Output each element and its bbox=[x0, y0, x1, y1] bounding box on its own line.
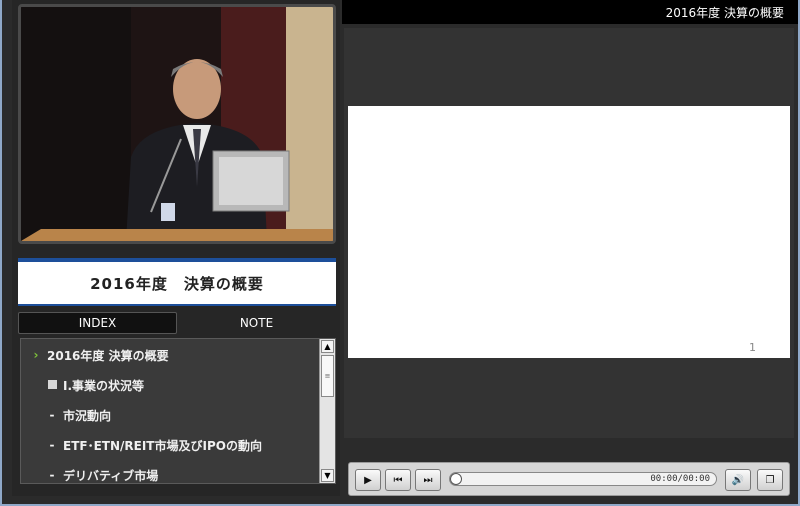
header-bar: 2016年度 決算の概要 bbox=[342, 0, 798, 24]
skip-forward-icon: ⏭ bbox=[423, 474, 433, 486]
speaker-icon: 🔊 bbox=[731, 474, 745, 486]
window-toggle-button[interactable]: ❐ bbox=[757, 469, 783, 491]
index-list: › 2016年度 決算の概要 Ⅰ.事業の状況等 - 市況動向 - ETF･ETN… bbox=[20, 338, 336, 484]
next-button[interactable]: ⏭ bbox=[415, 469, 441, 491]
app-window: 2016年度 決算の概要 INDEX NOTE › 2016年度 決算の概要 Ⅰ… bbox=[0, 0, 800, 506]
panel-tabs: INDEX NOTE bbox=[18, 312, 336, 334]
list-item-label: ETF･ETN/REIT市場及びIPOの動向 bbox=[63, 438, 262, 453]
previous-button[interactable]: ⏮ bbox=[385, 469, 411, 491]
slide-title-banner: 2016年度 決算の概要 bbox=[18, 258, 336, 306]
square-bullet-icon bbox=[45, 378, 59, 392]
left-panel: 2016年度 決算の概要 INDEX NOTE › 2016年度 決算の概要 Ⅰ… bbox=[12, 0, 340, 496]
speaker-video-frame bbox=[21, 7, 333, 241]
player-controls: ▶ ⏮ ⏭ 00:00/00:00 🔊 ❐ bbox=[348, 462, 790, 496]
list-item-label: 2016年度 決算の概要 bbox=[47, 348, 169, 363]
list-item[interactable]: - 市況動向 bbox=[29, 400, 335, 430]
window-icon: ❐ bbox=[765, 474, 775, 486]
list-item[interactable]: Ⅰ.事業の状況等 bbox=[29, 370, 335, 400]
tab-note[interactable]: NOTE bbox=[177, 312, 336, 334]
slide-viewer: 1 bbox=[344, 28, 794, 438]
chevron-right-icon: › bbox=[33, 348, 39, 362]
play-icon: ▶ bbox=[364, 474, 372, 486]
slide-title-text: 2016年度 決算の概要 bbox=[90, 274, 264, 293]
dash-bullet-icon: - bbox=[49, 408, 55, 422]
list-item[interactable]: - デリバティブ市場 bbox=[29, 460, 335, 483]
dash-bullet-icon: - bbox=[49, 438, 55, 452]
slide-canvas: 1 bbox=[348, 106, 790, 358]
list-item-label: デリバティブ市場 bbox=[63, 468, 159, 483]
index-scrollbar[interactable]: ▲ ≡ ▼ bbox=[319, 339, 335, 483]
list-item[interactable]: › 2016年度 決算の概要 bbox=[29, 340, 335, 370]
scroll-down-icon[interactable]: ▼ bbox=[321, 469, 334, 482]
list-item[interactable]: - ETF･ETN/REIT市場及びIPOの動向 bbox=[29, 430, 335, 460]
dash-bullet-icon: - bbox=[49, 468, 55, 482]
video-player[interactable] bbox=[18, 4, 336, 244]
scroll-thumb[interactable]: ≡ bbox=[321, 355, 334, 397]
page-title: 2016年度 決算の概要 bbox=[665, 5, 784, 20]
skip-back-icon: ⏮ bbox=[393, 474, 403, 486]
scroll-up-icon[interactable]: ▲ bbox=[321, 340, 334, 353]
list-item-label: 市況動向 bbox=[63, 408, 112, 423]
list-item-label: Ⅰ.事業の状況等 bbox=[63, 378, 145, 393]
slide-page-number: 1 bbox=[749, 341, 756, 354]
volume-button[interactable]: 🔊 bbox=[725, 469, 751, 491]
time-display: 00:00/00:00 bbox=[650, 474, 710, 484]
seek-handle[interactable] bbox=[450, 473, 462, 485]
play-button[interactable]: ▶ bbox=[355, 469, 381, 491]
tab-index[interactable]: INDEX bbox=[18, 312, 177, 334]
seek-bar[interactable]: 00:00/00:00 bbox=[449, 472, 717, 486]
